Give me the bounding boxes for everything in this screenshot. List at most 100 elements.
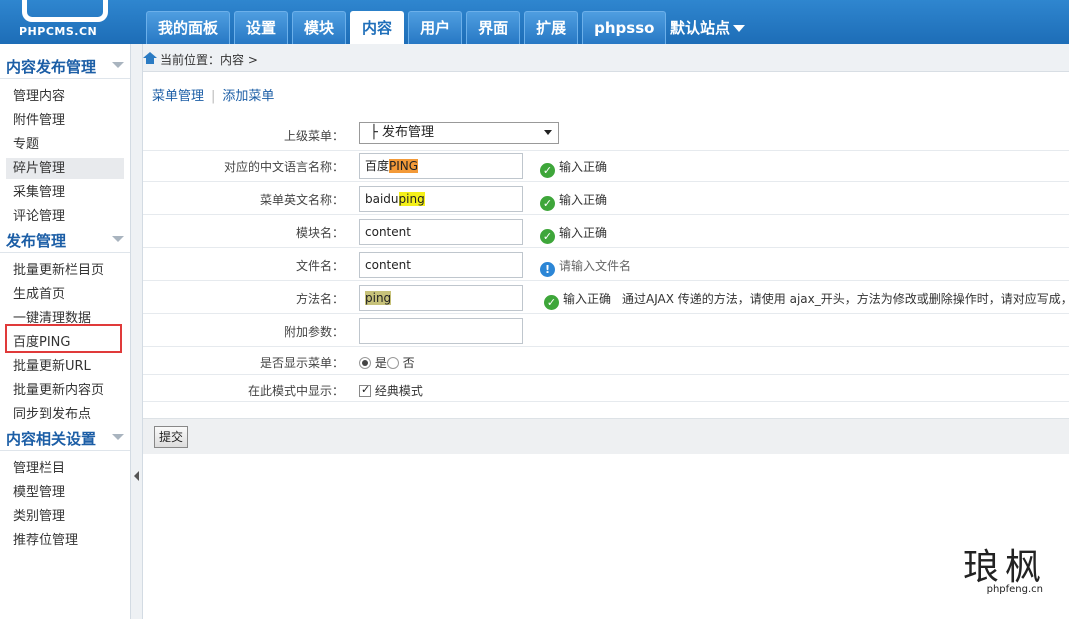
params-input[interactable]: [359, 318, 523, 344]
collapse-arrow-icon[interactable]: [112, 434, 124, 440]
sidebar-section-content-publish[interactable]: 内容发布管理: [0, 53, 130, 79]
collapse-left-icon[interactable]: [134, 471, 139, 481]
form-row-cn-name: 对应的中文语言名称： 百度PING ✓ 输入正确: [143, 149, 1069, 182]
breadcrumb: 当前位置：内容 >: [143, 44, 1069, 72]
sub-navigation: 菜单管理 | 添加菜单: [152, 85, 274, 104]
params-label: 附加参数：: [283, 325, 344, 339]
sidebar-item-model-manage[interactable]: 模型管理: [6, 482, 124, 503]
classic-mode-checkbox[interactable]: [359, 383, 371, 397]
parent-menu-label: 上级菜单：: [283, 129, 344, 143]
cn-name-value-highlight: PING: [389, 159, 419, 173]
method-input[interactable]: ping: [359, 285, 523, 311]
section-divider: [0, 252, 130, 253]
menu-manage-link[interactable]: 菜单管理: [152, 89, 204, 104]
method-tip-text: 输入正确: [563, 292, 612, 306]
form-row-params: 附加参数：: [143, 314, 1069, 347]
chevron-down-icon: [733, 25, 746, 32]
method-value-highlight: ping: [365, 291, 392, 305]
display-yes-radio[interactable]: [359, 357, 371, 369]
parent-menu-select[interactable]: ├ 发布管理: [359, 122, 559, 144]
sidebar-section-title: 内容发布管理: [6, 58, 97, 76]
sidebar-section-title: 发布管理: [6, 232, 67, 250]
display-yes-label: 是: [374, 356, 387, 370]
annotation-highlight-box: [5, 324, 122, 353]
tab-my-panel[interactable]: 我的面板: [146, 11, 231, 44]
site-selector-label: 默认站点: [670, 19, 731, 37]
info-icon: !: [540, 262, 555, 277]
watermark-logo-text: 琅枫: [963, 547, 1048, 588]
classic-mode-label: 经典模式: [374, 384, 423, 398]
sidebar-item-update-url[interactable]: 批量更新URL: [6, 356, 124, 377]
check-icon: ✓: [544, 295, 559, 310]
tab-modules[interactable]: 模块: [292, 11, 347, 44]
cn-name-tip-text: 输入正确: [559, 160, 608, 174]
sidebar-item-sync-publish-point[interactable]: 同步到发布点: [6, 404, 124, 425]
sidebar-item-manage-content[interactable]: 管理内容: [6, 86, 124, 107]
form-row-mode: 在此模式中显示： 经典模式: [143, 375, 1069, 402]
breadcrumb-text: 当前位置：内容 >: [160, 53, 258, 67]
sidebar-item-type-manage[interactable]: 类别管理: [6, 506, 124, 527]
tab-interface[interactable]: 界面: [466, 11, 521, 44]
cn-name-input[interactable]: 百度PING: [359, 153, 523, 179]
top-header: PHPCMS.CN 我的面板 设置 模块 内容 用户 界面 扩展 phpsso …: [0, 0, 1069, 44]
tab-content[interactable]: 内容: [350, 11, 405, 44]
check-icon: ✓: [540, 163, 555, 178]
phpcms-logo[interactable]: PHPCMS.CN: [0, 0, 130, 44]
file-input[interactable]: content: [359, 252, 523, 278]
form-row-file: 文件名： content ! 请输入文件名: [143, 248, 1069, 281]
en-name-value-highlight: ping: [398, 192, 425, 206]
collapse-arrow-icon[interactable]: [112, 236, 124, 242]
en-name-input[interactable]: baiduping: [359, 186, 523, 212]
sidebar-item-update-content-pages[interactable]: 批量更新内容页: [6, 380, 124, 401]
check-icon: ✓: [540, 229, 555, 244]
section-divider: [0, 450, 130, 451]
sidebar-section-content-settings[interactable]: 内容相关设置: [0, 425, 130, 451]
submit-bar: 提交: [143, 418, 1069, 454]
en-name-tip-text: 输入正确: [559, 193, 608, 207]
form-row-method: 方法名： ping ✓ 输入正确 通过AJAX 传递的方法，请使用 ajax_开头…: [143, 281, 1069, 314]
display-no-radio[interactable]: [386, 357, 399, 369]
file-tip-text: 请输入文件名: [559, 259, 632, 273]
cn-name-label: 对应的中文语言名称：: [223, 160, 344, 174]
watermark: 琅枫 phpfeng.cn: [963, 548, 1063, 608]
tab-users[interactable]: 用户: [408, 11, 463, 44]
submit-button[interactable]: 提交: [154, 426, 189, 448]
sidebar-item-special[interactable]: 专题: [6, 134, 124, 155]
sidebar-section-title: 内容相关设置: [6, 430, 97, 448]
tab-settings[interactable]: 设置: [234, 11, 289, 44]
tab-extensions[interactable]: 扩展: [524, 11, 579, 44]
sidebar-item-update-category-pages[interactable]: 批量更新栏目页: [6, 260, 124, 281]
method-tip: ✓ 输入正确: [544, 290, 611, 310]
sidebar-item-comments[interactable]: 评论管理: [6, 206, 124, 227]
dropdown-arrow-icon: [544, 130, 552, 135]
add-menu-link[interactable]: 添加菜单: [222, 89, 274, 104]
sidebar-item-position-manage[interactable]: 推荐位管理: [6, 530, 124, 551]
sidebar-item-generate-home[interactable]: 生成首页: [6, 284, 124, 305]
cn-name-tip: ✓ 输入正确: [540, 158, 607, 178]
home-icon: [143, 52, 157, 64]
subnav-separator: |: [211, 89, 216, 104]
site-selector[interactable]: 默认站点: [670, 17, 746, 38]
sidebar-item-collection[interactable]: 采集管理: [6, 182, 124, 203]
section-divider: [0, 78, 130, 79]
sidebar-item-blocks[interactable]: 碎片管理: [6, 158, 124, 179]
module-input[interactable]: content: [359, 219, 523, 245]
sidebar-section-publish[interactable]: 发布管理: [0, 227, 130, 253]
form-row-display: 是否显示菜单： 是 否: [143, 347, 1069, 375]
mode-options: 经典模式: [359, 382, 423, 399]
sidebar: 内容发布管理 管理内容 附件管理 专题 碎片管理 采集管理 评论管理 发布管理 …: [0, 44, 131, 619]
main-content: 当前位置：内容 > 菜单管理 | 添加菜单 上级菜单： ├ 发布管理 对应的中文语言…: [143, 44, 1069, 619]
logo-text: PHPCMS.CN: [19, 25, 98, 38]
tab-phpsso[interactable]: phpsso: [582, 11, 667, 44]
module-tip-text: 输入正确: [559, 226, 608, 240]
collapse-arrow-icon[interactable]: [112, 62, 124, 68]
form-row-parent-menu: 上级菜单： ├ 发布管理: [143, 118, 1069, 151]
sidebar-item-attachments[interactable]: 附件管理: [6, 110, 124, 131]
en-name-label: 菜单英文名称：: [259, 193, 344, 207]
sidebar-collapse-strip[interactable]: [131, 44, 143, 619]
method-label: 方法名：: [295, 292, 344, 306]
parent-menu-value: ├ 发布管理: [370, 125, 434, 140]
file-tip: ! 请输入文件名: [540, 257, 631, 277]
sidebar-item-manage-categories[interactable]: 管理栏目: [6, 458, 124, 479]
cn-name-value-plain: 百度: [365, 159, 390, 173]
